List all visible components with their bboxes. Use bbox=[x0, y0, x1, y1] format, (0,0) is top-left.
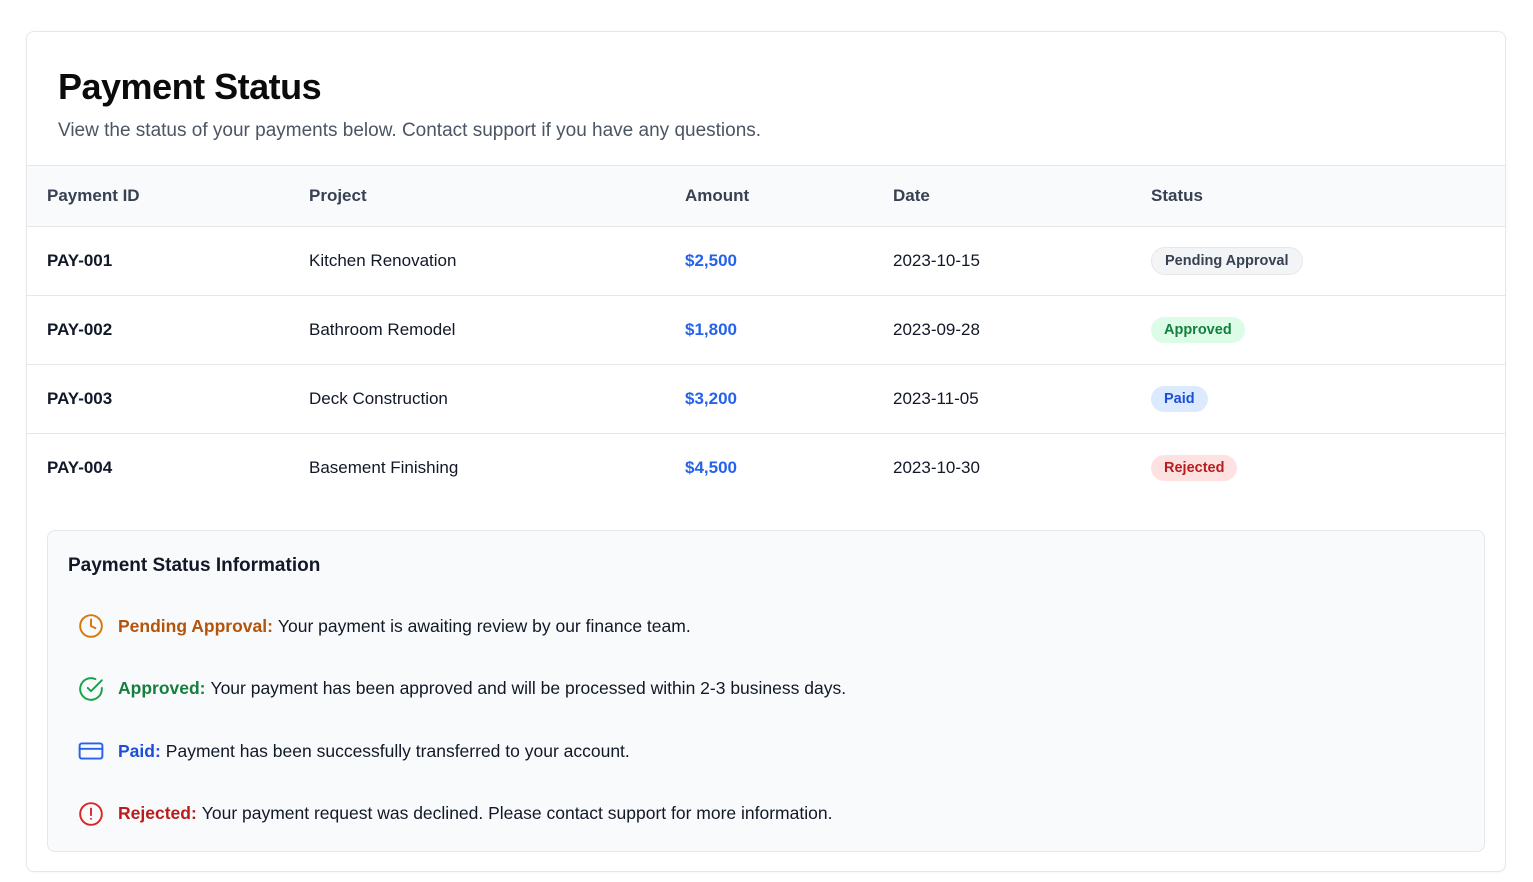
payment-date: 2023-10-30 bbox=[893, 457, 980, 477]
project-name: Bathroom Remodel bbox=[309, 319, 456, 339]
status-badge: Paid bbox=[1151, 385, 1208, 412]
column-header-date[interactable]: Date bbox=[893, 166, 1151, 226]
status-info-item-paid: Paid: Payment has been successfully tran… bbox=[68, 720, 1464, 783]
clock-icon bbox=[78, 613, 104, 639]
payment-status-card: Payment Status View the status of your p… bbox=[26, 31, 1506, 872]
status-info-description: Your payment has been approved and will … bbox=[210, 678, 847, 699]
status-cell: Pending Approval bbox=[1151, 226, 1505, 295]
table-header-row: Payment ID Project Amount Date Status bbox=[27, 166, 1505, 226]
project-name: Kitchen Renovation bbox=[309, 250, 457, 270]
payment-date: 2023-09-28 bbox=[893, 319, 980, 339]
status-info-item-rejected: Rejected: Your payment request was decli… bbox=[68, 783, 1464, 846]
payment-amount: $1,800 bbox=[685, 319, 737, 339]
status-cell: Paid bbox=[1151, 364, 1505, 433]
check-circle-icon bbox=[78, 676, 104, 702]
table-row[interactable]: PAY-003 Deck Construction $3,200 2023-11… bbox=[27, 364, 1505, 433]
table-header: Payment ID Project Amount Date Status bbox=[27, 166, 1505, 226]
column-header-status[interactable]: Status bbox=[1151, 166, 1505, 226]
column-header-amount[interactable]: Amount bbox=[685, 166, 893, 226]
payment-id: PAY-001 bbox=[47, 250, 113, 270]
page-title: Payment Status bbox=[58, 66, 322, 107]
status-badge: Pending Approval bbox=[1151, 246, 1303, 275]
payment-amount: $4,500 bbox=[685, 457, 737, 477]
table-row[interactable]: PAY-004 Basement Finishing $4,500 2023-1… bbox=[27, 433, 1505, 502]
status-info-item-pending: Pending Approval: Your payment is awaiti… bbox=[68, 595, 1464, 658]
project-name: Deck Construction bbox=[309, 388, 448, 408]
project-name: Basement Finishing bbox=[309, 457, 459, 477]
column-header-payment-id[interactable]: Payment ID bbox=[27, 166, 309, 226]
payment-id: PAY-004 bbox=[47, 457, 113, 477]
status-info-title: Payment Status Information bbox=[68, 555, 321, 576]
status-cell: Approved bbox=[1151, 295, 1505, 364]
payment-id: PAY-003 bbox=[47, 388, 113, 408]
status-info-panel: Payment Status Information Pending Appro… bbox=[47, 530, 1485, 852]
status-info-label: Approved: bbox=[118, 678, 206, 699]
credit-card-icon bbox=[78, 738, 104, 764]
status-info-list: Pending Approval: Your payment is awaiti… bbox=[68, 595, 1464, 845]
status-info-label: Rejected: bbox=[118, 803, 197, 824]
status-info-description: Your payment request was declined. Pleas… bbox=[201, 803, 833, 824]
payment-amount: $2,500 bbox=[685, 250, 737, 270]
status-badge: Approved bbox=[1151, 316, 1245, 343]
payment-amount: $3,200 bbox=[685, 388, 737, 408]
payment-date: 2023-11-05 bbox=[893, 388, 979, 408]
status-cell: Rejected bbox=[1151, 433, 1505, 502]
status-info-label: Paid: bbox=[118, 740, 161, 761]
table-body: PAY-001 Kitchen Renovation $2,500 2023-1… bbox=[27, 226, 1505, 502]
column-header-project[interactable]: Project bbox=[309, 166, 685, 226]
table-row[interactable]: PAY-002 Bathroom Remodel $1,800 2023-09-… bbox=[27, 295, 1505, 364]
status-info-item-approved: Approved: Your payment has been approved… bbox=[68, 658, 1464, 721]
status-info-description: Payment has been successfully transferre… bbox=[165, 740, 630, 761]
page-subtitle: View the status of your payments below. … bbox=[58, 120, 762, 141]
status-info-description: Your payment is awaiting review by our f… bbox=[277, 615, 691, 636]
payments-table: Payment ID Project Amount Date Status PA… bbox=[27, 166, 1505, 502]
alert-circle-icon bbox=[78, 801, 104, 827]
status-badge: Rejected bbox=[1151, 454, 1238, 481]
table-row[interactable]: PAY-001 Kitchen Renovation $2,500 2023-1… bbox=[27, 226, 1505, 295]
status-info-label: Pending Approval: bbox=[118, 615, 273, 636]
page-header: Payment Status View the status of your p… bbox=[27, 32, 1505, 166]
payment-date: 2023-10-15 bbox=[893, 250, 980, 270]
payment-id: PAY-002 bbox=[47, 319, 113, 339]
